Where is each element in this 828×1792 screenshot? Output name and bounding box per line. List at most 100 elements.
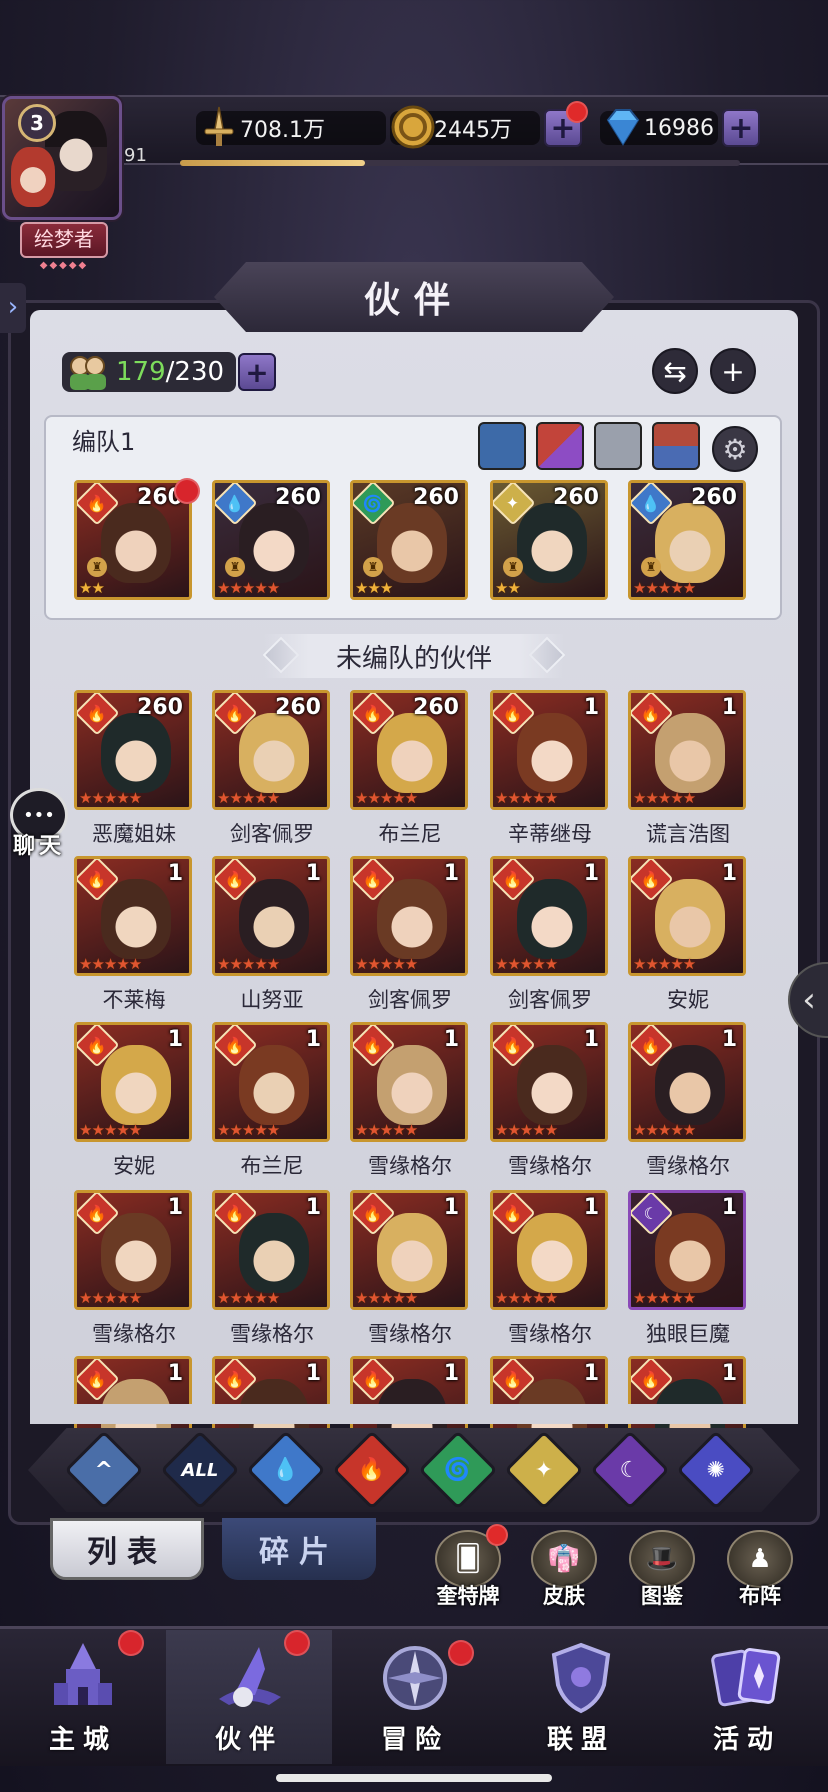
hero-portrait xyxy=(377,1045,447,1125)
star-rating: ★★★★★ xyxy=(633,1121,696,1139)
gold-display: 2445万 + xyxy=(390,101,588,149)
nav-events-label: 活动 xyxy=(712,1725,781,1755)
star-rating: ★★★★★ xyxy=(633,789,696,807)
nav-events[interactable]: 活动 xyxy=(664,1630,828,1764)
sword-icon xyxy=(196,104,242,150)
hero-name: 山努亚 xyxy=(240,988,304,1012)
hero-portrait xyxy=(239,879,309,959)
skins-shortcut[interactable]: 👘 皮肤 xyxy=(524,1530,604,1610)
hero-card[interactable]: 🔥1★★★★★ xyxy=(490,1190,608,1310)
add-diamond-button[interactable]: + xyxy=(722,109,760,147)
nav-partners[interactable]: 伙伴 xyxy=(166,1630,332,1764)
nav-city-label: 主城 xyxy=(48,1725,117,1755)
hero-card[interactable]: 🔥 260 ★★★★★ xyxy=(212,690,330,810)
settings-gear-icon[interactable]: ⚙ xyxy=(712,426,758,472)
hero-card[interactable]: 🔥1★★★★★ xyxy=(350,1022,468,1142)
chat-button[interactable]: ••• 聊天 xyxy=(4,788,74,860)
hero-level: 1 xyxy=(721,861,737,886)
exp-bar xyxy=(180,160,740,166)
hero-card[interactable]: 🔥1★★★★★ xyxy=(350,856,468,976)
team-member-card[interactable]: 🌀 260 ★★★ ♜ xyxy=(350,480,468,600)
hero-portrait xyxy=(655,1045,725,1125)
notification-dot xyxy=(486,1524,508,1546)
star-rating: ★★★★★ xyxy=(217,789,280,807)
nav-adventure[interactable]: 冒险 xyxy=(332,1630,498,1764)
formation-grid-icon[interactable] xyxy=(478,422,526,470)
team-lock-icon: ♜ xyxy=(225,557,245,577)
hero-level: 260 xyxy=(275,695,321,720)
hero-card[interactable]: 🔥1★★★★★ xyxy=(490,1022,608,1142)
hero-card[interactable]: 🔥 260 ★★★★★ xyxy=(350,690,468,810)
tab-shards[interactable]: 碎片 xyxy=(222,1518,376,1580)
hero-count-current: 179 xyxy=(116,357,166,387)
add-gold-button[interactable]: + xyxy=(544,101,588,147)
add-button[interactable]: + xyxy=(710,348,756,394)
player-title[interactable]: 绘梦者 xyxy=(20,222,108,258)
player-level-badge: 3 xyxy=(18,104,56,142)
hero-card[interactable]: 🔥1★★★★★ xyxy=(74,856,192,976)
star-rating: ★★★★★ xyxy=(217,955,280,973)
hero-name: 剑客佩罗 xyxy=(368,988,452,1012)
hero-card[interactable]: 🔥1★★★★★ xyxy=(490,690,608,810)
star-rating: ★★★★★ xyxy=(633,1289,696,1307)
star-rating: ★★★★★ xyxy=(217,1289,280,1307)
formation-quad-icon[interactable] xyxy=(652,422,700,470)
hero-name: 雪缘格尔 xyxy=(368,1322,452,1346)
hero-portrait xyxy=(517,1213,587,1293)
team-member-card[interactable]: ✦ 260 ★★ ♜ xyxy=(490,480,608,600)
hero-level: 1 xyxy=(721,695,737,720)
hero-card[interactable]: 🔥1★★★★★ xyxy=(628,856,746,976)
swap-icon[interactable]: ⇆ xyxy=(652,348,698,394)
skins-shortcut-label: 皮肤 xyxy=(543,1584,585,1608)
hero-card[interactable]: 🔥1★★★★★ xyxy=(212,1190,330,1310)
panel-title: 伙伴 xyxy=(363,280,464,321)
hero-card[interactable]: 🔥1★★★★★ xyxy=(74,1022,192,1142)
star-rating: ★★★★★ xyxy=(355,789,418,807)
hero-level: 1 xyxy=(583,1195,599,1220)
team-member-card[interactable]: 💧 260 ★★★★★ ♜ xyxy=(628,480,746,600)
shield-icon xyxy=(540,1637,622,1719)
star-rating: ★★★★★ xyxy=(79,789,142,807)
hero-level: 1 xyxy=(583,695,599,720)
nav-adventure-label: 冒险 xyxy=(380,1725,449,1755)
hero-card[interactable]: ☾ 1 ★★★★★ xyxy=(628,1190,746,1310)
hero-portrait xyxy=(101,1045,171,1125)
gold-coin-icon xyxy=(390,104,436,150)
hero-level: 1 xyxy=(167,1027,183,1052)
hero-portrait xyxy=(101,1213,171,1293)
hero-card[interactable]: 🔥1★★★★★ xyxy=(74,1190,192,1310)
hero-portrait xyxy=(655,713,725,793)
team-lock-icon: ♜ xyxy=(641,557,661,577)
hero-level: 1 xyxy=(167,1361,183,1386)
team-label: 编队1 xyxy=(72,428,136,456)
nav-alliance[interactable]: 联盟 xyxy=(498,1630,664,1764)
hero-card[interactable]: 🔥1★★★★★ xyxy=(628,1022,746,1142)
hero-portrait xyxy=(239,713,309,793)
hero-card[interactable]: 🔥1★★★★★ xyxy=(212,1022,330,1142)
hero-card[interactable]: 🔥 260 ★★★★★ xyxy=(74,690,192,810)
hero-card[interactable]: 🔥1★★★★★ xyxy=(628,690,746,810)
hero-card[interactable]: 🔥1★★★★★ xyxy=(490,856,608,976)
team-member-card[interactable]: 🔥 260 ★★ ♜ xyxy=(74,480,192,600)
hero-portrait xyxy=(517,879,587,959)
hero-name: 恶魔姐妹 xyxy=(92,822,176,846)
formation-shortcut[interactable]: ♟ 布阵 xyxy=(720,1530,800,1610)
hero-card[interactable]: 🔥1★★★★★ xyxy=(212,856,330,976)
expand-slots-button[interactable]: + xyxy=(238,353,277,391)
hero-card[interactable]: 🔥1★★★★★ xyxy=(350,1190,468,1310)
star-rating: ★★★★★ xyxy=(217,1121,280,1139)
team-member-card[interactable]: 💧 260 ★★★★★ ♜ xyxy=(212,480,330,600)
hero-portrait xyxy=(655,879,725,959)
hero-level: 260 xyxy=(413,695,459,720)
nav-city[interactable]: 主城 xyxy=(0,1630,166,1764)
side-expand-button[interactable]: › xyxy=(0,283,26,333)
star-rating: ★★★★★ xyxy=(355,955,418,973)
formation-split-icon[interactable] xyxy=(594,422,642,470)
tab-list[interactable]: 列表 xyxy=(50,1518,204,1580)
codex-shortcut[interactable]: 🎩 图鉴 xyxy=(622,1530,702,1610)
formation-mixed-icon[interactable] xyxy=(536,422,584,470)
notification-dot xyxy=(174,478,200,504)
cards-shortcut[interactable]: 🂠 奎特牌 xyxy=(428,1524,508,1610)
star-rating: ★★ xyxy=(79,579,105,597)
star-rating: ★★★★★ xyxy=(495,955,558,973)
